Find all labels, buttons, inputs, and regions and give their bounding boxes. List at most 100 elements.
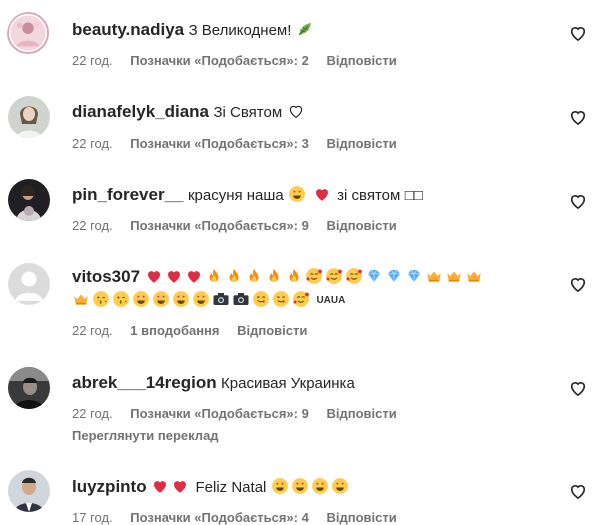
leaf-icon [296, 20, 314, 38]
comment-meta: 22 год. Позначки «Подобається»: 9 Відпов… [72, 218, 411, 233]
avatar[interactable] [8, 179, 50, 221]
comment-meta: 22 год. 1 вподобання Відповісти [72, 323, 321, 338]
gem-icon [385, 267, 403, 285]
red-heart-icon [171, 477, 189, 495]
like-heart-icon[interactable] [568, 107, 588, 127]
comment-time: 17 год. [72, 510, 113, 525]
comment-text-2: зі святом [337, 187, 401, 204]
crown-icon [445, 267, 463, 285]
smiling-hearts-icon [345, 267, 363, 285]
red-heart-icon [165, 267, 183, 285]
fire-icon [225, 267, 243, 285]
comment-text: Feliz Natal [195, 479, 267, 496]
fire-icon [285, 267, 303, 285]
like-heart-icon[interactable] [568, 274, 588, 294]
comment-username[interactable]: beauty.nadiya [72, 20, 184, 39]
comment-likes-link[interactable]: Позначки «Подобається»: 4 [130, 510, 309, 525]
smiling-hearts-icon [305, 267, 323, 285]
reply-button[interactable]: Відповісти [237, 323, 307, 338]
red-heart-icon [313, 185, 331, 203]
smiling-hearts-icon [325, 267, 343, 285]
crown-icon [465, 267, 483, 285]
fire-icon [265, 267, 283, 285]
reply-button[interactable]: Відповісти [326, 406, 396, 421]
heart-eyes-icon [288, 185, 306, 203]
see-translation-link[interactable]: Переглянути переклад [72, 428, 219, 443]
kiss-wink-icon [112, 290, 130, 308]
comment-meta: 17 год. Позначки «Подобається»: 4 Відпов… [72, 510, 411, 525]
heart-eyes-icon [152, 290, 170, 308]
comment-line-2: UAUA [72, 290, 560, 312]
comment-tail: UAUA [316, 295, 346, 306]
comment-line: pin_forever__ красуня наша зі святом □□ [72, 184, 560, 207]
comment-line: vitos307 [72, 266, 560, 289]
heart-eyes-icon [132, 290, 150, 308]
like-heart-icon[interactable] [568, 23, 588, 43]
emoji-row [271, 479, 351, 496]
fire-icon [205, 267, 223, 285]
kiss-wink-icon [92, 290, 110, 308]
gem-icon [405, 267, 423, 285]
comment-line: dianafelyk_diana Зі Святом [72, 101, 560, 124]
emoji-row [72, 292, 312, 309]
heart-eyes-icon [172, 290, 190, 308]
comment-likes-link[interactable]: Позначки «Подобається»: 2 [130, 53, 309, 68]
camera-icon [212, 290, 230, 308]
comment-text: красуня наша [187, 187, 284, 204]
comment-likes-link[interactable]: Позначки «Подобається»: 3 [130, 136, 309, 151]
crown-icon [72, 290, 90, 308]
comment-text: З Великоднем! [188, 22, 292, 39]
heart-eyes-icon [291, 477, 309, 495]
comment-username[interactable]: vitos307 [72, 267, 140, 286]
comment-meta: 22 год. Позначки «Подобається»: 9 Відпов… [72, 406, 411, 421]
like-heart-icon[interactable] [568, 378, 588, 398]
comment-likes-link[interactable]: 1 вподобання [130, 323, 219, 338]
like-heart-icon[interactable] [568, 481, 588, 501]
heart-eyes-icon [331, 477, 349, 495]
reply-button[interactable]: Відповісти [326, 510, 396, 525]
yum-icon [272, 290, 290, 308]
comment-time: 22 год. [72, 323, 113, 338]
comment-username[interactable]: dianafelyk_diana [72, 102, 209, 121]
avatar[interactable] [7, 12, 51, 56]
heart-eyes-icon [311, 477, 329, 495]
avatar[interactable] [8, 470, 50, 512]
comment-time: 22 год. [72, 53, 113, 68]
yum-icon [252, 290, 270, 308]
reply-button[interactable]: Відповісти [326, 53, 396, 68]
avatar[interactable] [8, 367, 50, 409]
red-heart-icon [151, 477, 169, 495]
comment-line: luyzpinto Feliz Natal [72, 476, 560, 499]
comment-time: 22 год. [72, 218, 113, 233]
comment-likes-link[interactable]: Позначки «Подобається»: 9 [130, 218, 309, 233]
comment-username[interactable]: luyzpinto [72, 477, 147, 496]
emoji-row [151, 479, 191, 496]
comment-line: beauty.nadiya З Великоднем! [72, 19, 560, 42]
camera-icon [232, 290, 250, 308]
red-heart-icon [185, 267, 203, 285]
comment-tail: □□ [404, 187, 423, 204]
comment-meta: 22 год. Позначки «Подобається»: 3 Відпов… [72, 136, 411, 151]
like-heart-icon[interactable] [568, 191, 588, 211]
avatar[interactable] [8, 263, 50, 305]
red-heart-icon [145, 267, 163, 285]
heart-eyes-icon [192, 290, 210, 308]
comment-text: Зі Святом [213, 104, 283, 121]
emoji-row [145, 269, 485, 286]
comment-username[interactable]: pin_forever__ [72, 185, 184, 204]
crown-icon [425, 267, 443, 285]
reply-button[interactable]: Відповісти [326, 136, 396, 151]
comment-line: abrek___14region Красивая Украинка [72, 372, 560, 395]
comment-username[interactable]: abrek___14region [72, 373, 217, 392]
comment-time: 22 год. [72, 406, 113, 421]
gem-icon [365, 267, 383, 285]
heart-eyes-icon [271, 477, 289, 495]
reply-button[interactable]: Відповісти [326, 218, 396, 233]
comment-time: 22 год. [72, 136, 113, 151]
avatar[interactable] [8, 96, 50, 138]
comment-text: Красивая Украинка [221, 375, 355, 392]
smiling-hearts-icon [292, 290, 310, 308]
outline-heart-icon [287, 102, 305, 120]
comment-likes-link[interactable]: Позначки «Подобається»: 9 [130, 406, 309, 421]
comment-meta: 22 год. Позначки «Подобається»: 2 Відпов… [72, 53, 411, 68]
